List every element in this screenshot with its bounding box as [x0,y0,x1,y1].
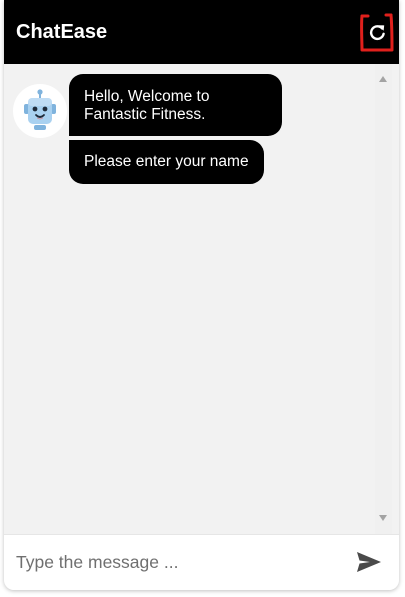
refresh-icon [360,13,394,52]
message-input[interactable] [16,547,336,577]
message-composer [4,534,399,590]
refresh-button[interactable] [359,12,397,54]
scroll-down-arrow[interactable] [379,515,387,521]
send-icon [357,552,381,572]
chat-widget: ChatEase Hello, Welcome to Fantastic Fit… [4,0,399,590]
send-button[interactable] [355,549,383,575]
scroll-up-arrow[interactable] [379,76,387,82]
chat-header: ChatEase [4,0,399,64]
bot-message: Hello, Welcome to Fantastic Fitness. [69,74,282,136]
chat-scrollbar[interactable] [375,64,392,534]
bot-message: Please enter your name [69,140,264,184]
bot-avatar [13,84,67,138]
chat-title: ChatEase [16,21,108,43]
robot-icon [24,89,56,130]
